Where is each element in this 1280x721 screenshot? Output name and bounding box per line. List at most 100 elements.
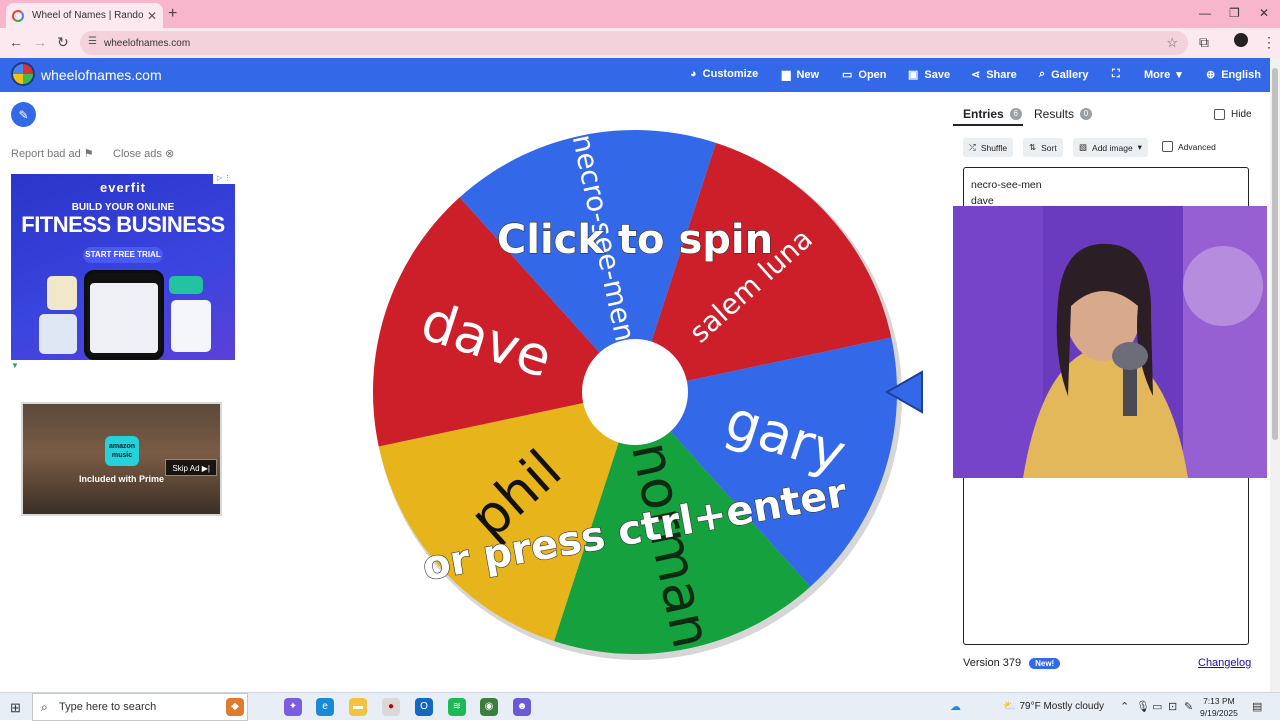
- sort-button[interactable]: ⇅ Sort: [1023, 138, 1063, 157]
- edge-icon[interactable]: e: [316, 698, 334, 716]
- bookmark-star-icon[interactable]: ☆: [1166, 35, 1178, 51]
- microphone-icon[interactable]: 🎙: [1136, 700, 1150, 713]
- outlook-icon[interactable]: O: [415, 698, 433, 716]
- onedrive-icon[interactable]: ☁: [950, 700, 961, 713]
- profile-avatar[interactable]: [1234, 33, 1248, 47]
- changelog-link[interactable]: Changelog: [1198, 657, 1251, 669]
- taskbar-clock[interactable]: 7:13 PM 9/19/2025: [1200, 695, 1238, 719]
- display-icon[interactable]: ⊡: [1168, 700, 1177, 713]
- report-bad-ad-link[interactable]: Report bad ad ⚑: [11, 147, 94, 160]
- chrome-icon[interactable]: ◉: [480, 698, 498, 716]
- more-button[interactable]: More ▾: [1144, 68, 1182, 82]
- file-explorer-icon[interactable]: ▬: [349, 698, 367, 716]
- site-info-icon[interactable]: ☰: [88, 36, 97, 47]
- search-icon: ⌕: [1039, 68, 1046, 80]
- open-button[interactable]: ▭ Open: [842, 68, 887, 82]
- skip-ad-button[interactable]: Skip Ad ▶|: [165, 459, 217, 476]
- sort-icon: ⇅: [1029, 142, 1037, 152]
- click-to-spin-text[interactable]: Click to spin: [496, 216, 773, 263]
- notifications-icon[interactable]: ▤: [1252, 700, 1262, 713]
- save-label: Save: [924, 68, 951, 81]
- url-bar[interactable]: ☰ wheelofnames.com ☆: [80, 31, 1188, 55]
- wheel-center-hub[interactable]: [582, 339, 688, 445]
- new-button[interactable]: ▆ New: [782, 68, 819, 82]
- hide-checkbox-box[interactable]: [1214, 109, 1225, 120]
- tab-entries[interactable]: Entries 6: [963, 107, 1022, 121]
- weather-widget[interactable]: ⛅ 79°F Mostly cloudy: [1003, 701, 1104, 712]
- spin-wheel[interactable]: salem lunagarynormanphildave necro-see-me…: [365, 122, 925, 667]
- page-scrollbar[interactable]: [1270, 58, 1280, 692]
- gallery-label: Gallery: [1051, 68, 1089, 81]
- advanced-checkbox[interactable]: Advanced: [1162, 141, 1216, 152]
- close-window-icon[interactable]: ✕: [1259, 6, 1269, 20]
- entries-tab-label: Entries: [963, 107, 1004, 121]
- scrollbar-thumb[interactable]: [1272, 68, 1278, 440]
- wheel-logo-icon[interactable]: [11, 62, 35, 86]
- shuffle-button[interactable]: ⤮ Shuffle: [963, 138, 1014, 157]
- entries-count-badge: 6: [1009, 108, 1022, 120]
- gallery-button[interactable]: ⌕ Gallery: [1039, 68, 1088, 81]
- advanced-checkbox-box[interactable]: [1162, 141, 1173, 152]
- webcam-image: [953, 206, 1267, 478]
- file-icon: ▆: [782, 69, 791, 81]
- ad-image-card: [39, 314, 77, 354]
- spotify-icon[interactable]: ≋: [448, 698, 466, 716]
- share-button[interactable]: ⋖ Share: [971, 68, 1017, 82]
- cast-icon[interactable]: ⧉: [1199, 34, 1209, 51]
- webcam-overlay: [953, 206, 1267, 478]
- customize-button[interactable]: ◕ Customize: [690, 68, 758, 80]
- discord-icon[interactable]: ☻: [513, 698, 531, 716]
- results-count-badge: 0: [1080, 108, 1093, 120]
- ad-cta-button[interactable]: START FREE TRIAL: [83, 247, 163, 263]
- minimize-icon[interactable]: —: [1199, 6, 1211, 20]
- close-ads-link[interactable]: Close ads ⊗: [113, 147, 174, 160]
- taskbar-search-input[interactable]: ⌕ Type here to search: [32, 693, 248, 721]
- everfit-ad-banner[interactable]: ▷ ⋮ everfit BUILD YOUR ONLINE FITNESS BU…: [11, 174, 235, 360]
- tray-chevron-icon[interactable]: ⌃: [1120, 700, 1129, 713]
- forward-icon[interactable]: →: [33, 34, 47, 50]
- reload-icon[interactable]: ↻: [57, 34, 69, 51]
- ad-image-card: [171, 300, 211, 352]
- globe-icon: ⊕: [1206, 69, 1216, 81]
- chevron-down-icon: ▾: [1137, 142, 1142, 152]
- new-tab-button[interactable]: +: [168, 5, 177, 23]
- close-tab-icon[interactable]: ✕: [147, 9, 157, 23]
- customize-label: Customize: [702, 68, 759, 80]
- add-image-button[interactable]: ▧ Add image ▾: [1073, 138, 1148, 157]
- save-button[interactable]: ▣ Save: [908, 68, 951, 82]
- hide-checkbox[interactable]: Hide: [1214, 109, 1252, 120]
- network-icon[interactable]: ▭: [1152, 700, 1162, 713]
- app-icon[interactable]: ●: [382, 698, 400, 716]
- ad-marker-icon: ▼: [11, 361, 19, 370]
- browser-tab[interactable]: Wheel of Names | Random nan ✕: [6, 3, 163, 28]
- site-brand[interactable]: wheelofnames.com: [41, 67, 162, 83]
- report-ad-label: Report bad ad: [11, 148, 81, 160]
- mascot-icon[interactable]: ◆: [226, 698, 244, 716]
- browser-tab-bar: Wheel of Names | Random nan ✕ + — ❐ ✕: [0, 0, 1280, 28]
- shuffle-icon: ⤮: [969, 142, 976, 152]
- weather-label: 79°F Mostly cloudy: [1019, 701, 1105, 712]
- windows-start-icon[interactable]: ⊞: [10, 700, 21, 716]
- browser-menu-icon[interactable]: ⋮: [1262, 34, 1276, 51]
- fullscreen-button[interactable]: ⛶: [1112, 68, 1120, 81]
- restore-icon[interactable]: ❐: [1229, 6, 1240, 20]
- advanced-label: Advanced: [1178, 141, 1216, 152]
- site-favicon-icon: [12, 9, 24, 22]
- amazon-music-logo: amazon music: [105, 436, 139, 466]
- url-text: wheelofnames.com: [104, 37, 191, 49]
- add-image-label: Add image: [1092, 142, 1133, 153]
- back-icon[interactable]: ←: [9, 34, 23, 50]
- close-circle-icon: ⊗: [164, 148, 175, 160]
- edit-pencil-button[interactable]: ✎: [11, 102, 36, 127]
- ad-image-card: [47, 276, 77, 310]
- language-button[interactable]: ⊕ English: [1206, 68, 1261, 82]
- open-label: Open: [858, 68, 887, 81]
- clock-time: 7:13 PM: [1203, 696, 1235, 706]
- ad-caption: Included with Prime: [79, 474, 165, 484]
- tab-results[interactable]: Results 0: [1034, 107, 1093, 121]
- pen-icon[interactable]: ✎: [1184, 700, 1193, 713]
- windows-taskbar: ⊞ ⌕ Type here to search ◆ ✦ e ▬ ● O ≋ ◉ ☻…: [0, 692, 1280, 721]
- amazon-music-video-ad[interactable]: amazon music Included with Prime Skip Ad…: [21, 402, 222, 516]
- flag-icon: ⚑: [83, 148, 94, 160]
- copilot-icon[interactable]: ✦: [284, 698, 302, 716]
